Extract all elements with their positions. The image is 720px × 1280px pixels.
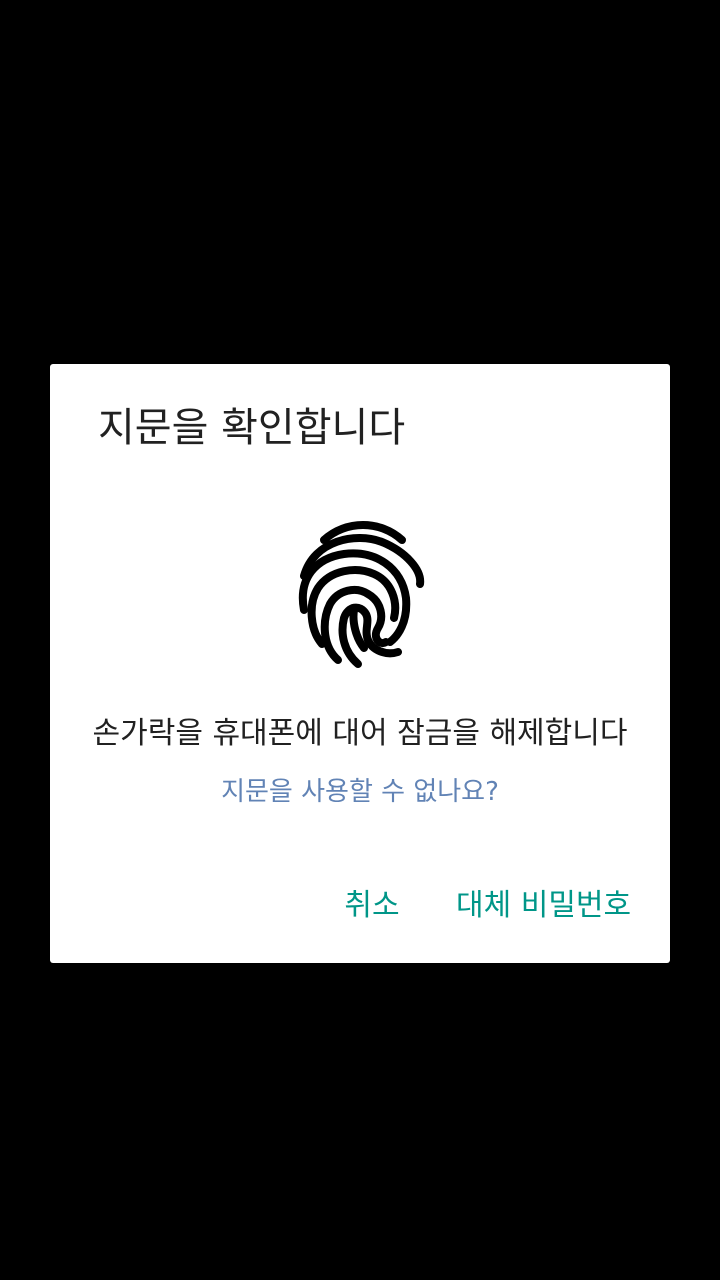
alternate-password-button[interactable]: 대체 비밀번호 — [456, 880, 631, 932]
fingerprint-dialog: 지문을 확인합니다 손가락을 휴대폰에 대어 잠금을 해제합니다 지문을 사용할… — [50, 364, 670, 963]
fingerprint-help-link[interactable]: 지문을 사용할 수 없나요? — [50, 772, 670, 812]
lock-screen-background: 지문을 확인합니다 손가락을 휴대폰에 대어 잠금을 해제합니다 지문을 사용할… — [0, 0, 720, 1280]
dialog-title: 지문을 확인합니다 — [98, 405, 406, 451]
dialog-description: 손가락을 휴대폰에 대어 잠금을 해제합니다 — [92, 716, 628, 751]
fingerprint-icon — [296, 518, 428, 668]
cancel-button[interactable]: 취소 — [344, 880, 400, 932]
